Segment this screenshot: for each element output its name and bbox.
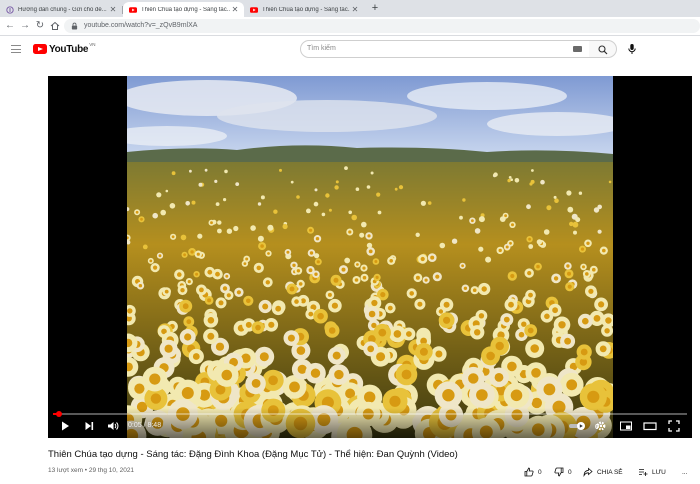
video-scene-image — [127, 76, 613, 438]
progress-bar[interactable] — [53, 411, 687, 417]
search-placeholder: Tìm kiếm — [307, 45, 336, 52]
miniplayer-icon[interactable] — [619, 419, 633, 433]
autoplay-toggle[interactable] — [568, 419, 588, 433]
more-actions-label: ... — [682, 468, 688, 476]
youtube-favicon-icon — [250, 6, 258, 13]
tab-title: Thiên Chúa tạo dựng - Sáng tác... — [262, 6, 350, 13]
close-tab-icon[interactable]: ✕ — [350, 5, 360, 14]
home-icon[interactable] — [48, 19, 62, 33]
youtube-header: YouTube VN Tìm kiếm — [0, 36, 700, 64]
browser-tab-strip: Hướng dẫn chung - Gửi cho đề... ✕ Thiên … — [0, 0, 700, 17]
video-meta: 13 lượt xem • 29 thg 10, 2021 — [48, 467, 135, 474]
next-icon[interactable] — [82, 419, 96, 433]
thumbs-down-icon — [554, 467, 564, 477]
search-input[interactable]: Tìm kiếm — [300, 40, 590, 58]
address-bar[interactable]: youtube.com/watch?v=_zQvB9mlXA — [64, 19, 700, 33]
tab-title: Thiên Chúa tạo dựng - Sáng tác... — [141, 6, 230, 13]
document-favicon-icon — [6, 5, 14, 14]
forward-arrow-icon[interactable]: → — [18, 19, 32, 33]
back-arrow-icon[interactable]: ← — [3, 19, 17, 33]
search-icon — [598, 44, 608, 54]
time-display: 0:05 / 8:48 — [128, 422, 162, 429]
theater-mode-icon[interactable] — [643, 419, 657, 433]
url-text: youtube.com/watch?v=_zQvB9mlXA — [84, 22, 198, 29]
keyboard-icon[interactable] — [573, 46, 582, 52]
reload-icon[interactable]: ↻ — [33, 19, 47, 33]
add-to-playlist-icon — [639, 469, 648, 476]
share-button[interactable]: CHIA SẺ — [583, 465, 623, 479]
video-frame[interactable] — [127, 76, 613, 438]
youtube-play-logo-icon — [33, 44, 47, 54]
dislike-button[interactable]: 0 — [554, 465, 572, 479]
scrubber-handle[interactable] — [56, 411, 63, 417]
thumbs-up-icon — [524, 467, 534, 477]
fullscreen-icon[interactable] — [667, 419, 681, 433]
more-actions-button[interactable]: ... — [682, 465, 687, 479]
save-button[interactable]: LƯU — [638, 465, 666, 479]
youtube-favicon-icon — [129, 6, 137, 13]
share-arrow-icon — [583, 467, 593, 477]
region-code: VN — [89, 41, 96, 47]
menu-icon[interactable] — [11, 45, 21, 53]
dislike-count: 0 — [568, 468, 572, 476]
new-tab-button[interactable]: + — [368, 2, 382, 16]
save-label: LƯU — [652, 468, 666, 476]
like-button[interactable]: 0 — [524, 465, 542, 479]
browser-tab-2[interactable]: Thiên Chúa tạo dựng - Sáng tác... ✕ — [123, 2, 244, 17]
share-label: CHIA SẺ — [597, 468, 623, 476]
browser-tab-3[interactable]: Thiên Chúa tạo dựng - Sáng tác... ✕ — [244, 2, 364, 17]
logo-text: YouTube — [49, 43, 89, 55]
video-player[interactable]: 0:05 / 8:48 0 — [48, 76, 692, 438]
close-tab-icon[interactable]: ✕ — [108, 5, 118, 14]
video-title: Thiên Chúa tạo dựng - Sáng tác: Đặng Đìn… — [48, 449, 458, 460]
youtube-logo[interactable]: YouTube VN — [33, 42, 95, 56]
close-tab-icon[interactable]: ✕ — [230, 5, 240, 14]
like-count: 0 — [538, 468, 542, 476]
browser-toolbar: ← → ↻ youtube.com/watch?v=_zQvB9mlXA — [0, 17, 700, 36]
play-icon[interactable] — [58, 419, 72, 433]
tab-title: Hướng dẫn chung - Gửi cho đề... — [18, 6, 107, 13]
microphone-icon[interactable] — [625, 42, 639, 56]
settings-gear-icon[interactable] — [594, 419, 608, 433]
lock-icon — [71, 22, 78, 30]
volume-icon[interactable] — [106, 419, 120, 433]
search-button[interactable] — [589, 40, 617, 58]
browser-tab-1[interactable]: Hướng dẫn chung - Gửi cho đề... ✕ — [0, 2, 123, 17]
